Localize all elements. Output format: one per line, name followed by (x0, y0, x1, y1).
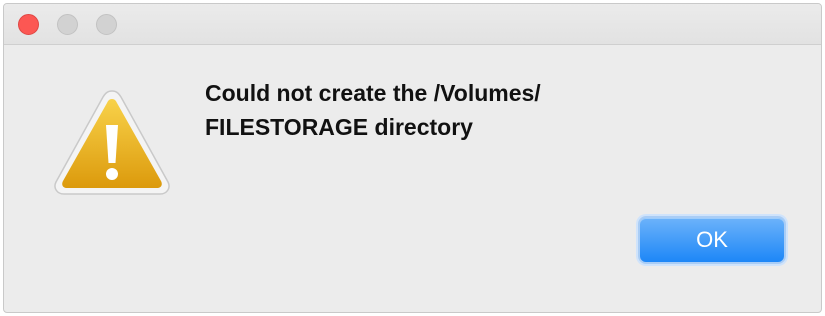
title-bar[interactable] (4, 4, 821, 45)
alert-message: Could not create the /Volumes/ FILESTORA… (205, 76, 725, 144)
alert-message-line: Could not create the /Volumes/ (205, 80, 541, 106)
alert-message-line: FILESTORAGE directory (205, 114, 473, 140)
warning-triangle-icon (54, 90, 170, 195)
alert-dialog-window: Could not create the /Volumes/ FILESTORA… (3, 3, 822, 313)
ok-button[interactable]: OK (638, 216, 786, 264)
minimize-window-button[interactable] (57, 14, 78, 35)
zoom-window-button[interactable] (96, 14, 117, 35)
close-window-button[interactable] (18, 14, 39, 35)
